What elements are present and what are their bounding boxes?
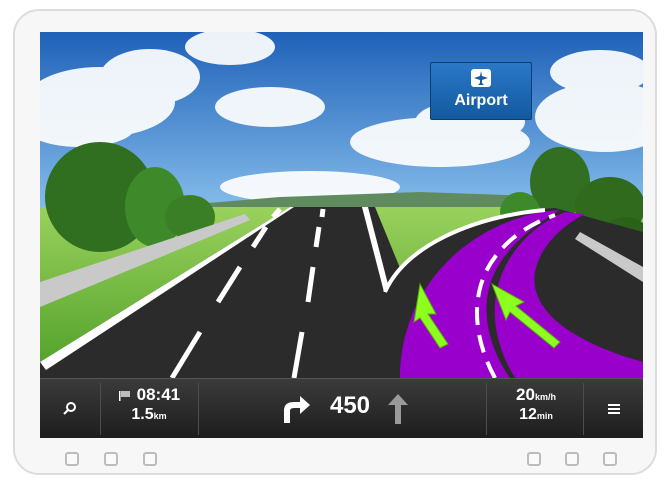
airport-sign: Airport — [430, 62, 532, 120]
arrival-time: 08:41 — [104, 385, 194, 405]
turn-right-arrow-icon — [284, 396, 310, 423]
right-button-2[interactable] — [565, 452, 579, 466]
straight-arrow-icon — [388, 394, 408, 424]
flag-icon — [118, 390, 130, 401]
left-button-3[interactable] — [143, 452, 157, 466]
menu-icon — [607, 404, 620, 414]
sign-label: Airport — [454, 92, 508, 109]
left-button-1[interactable] — [65, 452, 79, 466]
navigation-bar: 08:41 1.5km 450 20km/h 12min — [40, 378, 643, 438]
search-icon — [63, 402, 76, 415]
current-speed: 20km/h — [516, 385, 556, 404]
separator — [100, 383, 101, 435]
right-button-3[interactable] — [603, 452, 617, 466]
navigation-screen[interactable]: Airport 08:41 1.5km 450 20km/h 12min — [40, 32, 643, 438]
remaining-time: 12min — [519, 406, 553, 423]
map-scene — [40, 32, 643, 378]
left-button-2[interactable] — [104, 452, 118, 466]
maneuver-indicator[interactable] — [265, 383, 325, 435]
separator — [198, 383, 199, 435]
search-button[interactable] — [40, 383, 100, 435]
remaining-distance: 1.5km — [131, 406, 167, 423]
next-maneuver — [378, 383, 418, 435]
separator — [486, 383, 487, 435]
menu-button[interactable] — [584, 383, 643, 435]
maneuver-distance: 450 — [329, 392, 371, 419]
airplane-icon — [471, 69, 491, 87]
right-button-1[interactable] — [527, 452, 541, 466]
